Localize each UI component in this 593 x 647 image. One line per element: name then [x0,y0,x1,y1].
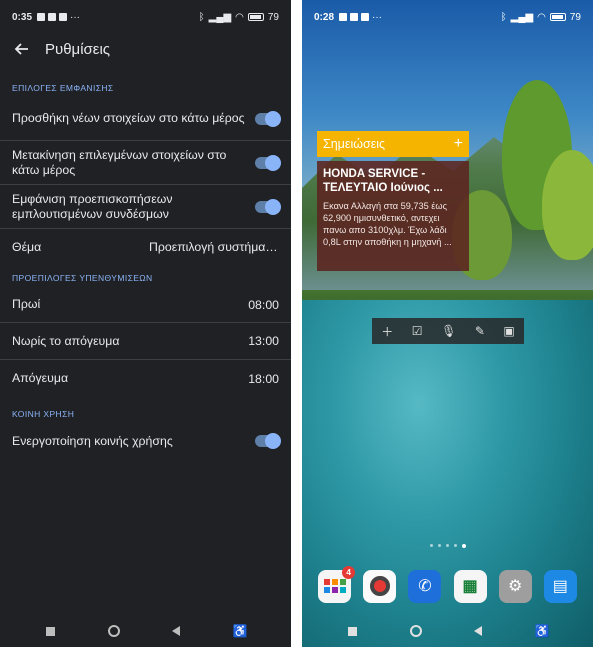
accessibility-icon[interactable]: ♿ [535,625,550,637]
navigation-bar: ♿ [0,615,291,647]
phone-app-icon[interactable]: ✆ [408,569,442,603]
wifi-icon: ◠ [537,11,546,23]
notification-icon [339,13,348,21]
widget-header[interactable]: Σημειώσεις + [317,131,469,157]
notification-badge: 4 [342,565,356,579]
app-folder-icon[interactable]: 4 [318,565,356,603]
new-note-icon[interactable]: ＋ [381,323,393,340]
sheets-app-icon[interactable]: ▦ [453,569,487,603]
time-value: 13:00 [248,334,279,348]
page-indicator [302,544,593,548]
section-header-display: ΕΠΙΛΟΓΕΣ ΕΜΦΑΝΙΣΗΣ [12,83,114,93]
status-bar: 0:28 ··· ᛒ ▂▄▆ ◠ 79 [302,0,593,34]
toggle-knob [265,198,281,215]
setting-label: Μετακίνηση επιλεγμένων στοιχείων στο κάτ… [12,147,227,177]
youtube-icon [59,13,68,21]
status-bar: 0:35 ··· ᛒ ▂▄▆ ◠ 79 [0,0,291,34]
setting-morning[interactable]: Πρωί 08:00 [0,287,291,323]
app-dock: 4 ✆ ▦ ⚙ ▤ [312,565,583,604]
home-button[interactable] [107,625,120,637]
theme-value: Προεπιλογή συστήματ... [149,240,279,254]
settings-screen: 0:35 ··· ᛒ ▂▄▆ ◠ 79 Ρυθμίσεις ΕΠΙΛΟΓΕΣ Ε… [0,0,291,647]
settings-list: ΕΠΙΛΟΓΕΣ ΕΜΦΑΝΙΣΗΣ Προσθήκη νέων στοιχεί… [0,76,291,459]
note-body: Εκανα Αλλαγή στα 59,735 έως 62,900 ημισυ… [323,201,452,247]
brush-icon[interactable]: ✎ [475,324,485,338]
battery-level: 79 [569,11,581,23]
setting-afternoon[interactable]: Νωρίς το απόγευμα 13:00 [0,323,291,360]
toggle-switch[interactable] [255,198,281,215]
bluetooth-icon: ᛒ [500,11,507,23]
note-card[interactable]: HONDA SERVICE - ΤΕΛΕΥΤΑΙΟ Ιούνιος ... Εκ… [317,161,469,271]
toggle-knob [265,110,281,127]
widget-title: Σημειώσεις [323,137,386,151]
setting-label: Πρωί [12,297,41,311]
more-notifications-icon: ··· [372,11,383,23]
status-time: 0:28 [314,11,335,23]
youtube-icon [361,13,370,21]
navigation-bar: ♿ [302,615,593,647]
setting-label: Απόγευμα [12,371,69,385]
wallpaper-tree [542,150,593,260]
checkbox-icon[interactable]: ☑ [412,324,423,338]
battery-icon [549,13,566,21]
battery-icon [247,13,264,21]
widget-toolbar: ＋ ☑ 🎙 ✎ ▣ [372,318,524,344]
notification-icon [37,13,46,21]
time-value: 18:00 [248,371,279,386]
setting-enable-sharing[interactable]: Ενεργοποίηση κοινής χρήσης [0,423,291,459]
setting-evening[interactable]: Απόγευμα 18:00 [0,360,291,397]
page-title: Ρυθμίσεις [45,40,111,58]
toggle-switch[interactable] [255,154,281,171]
camera-app-icon[interactable] [363,569,397,603]
setting-label: Ενεργοποίηση κοινής χρήσης [12,433,173,448]
signal-icon: ▂▄▆ [208,11,232,23]
back-arrow-icon[interactable] [13,41,29,57]
settings-app-icon[interactable]: ⚙ [498,569,532,603]
home-button[interactable] [409,625,422,637]
back-button[interactable] [474,626,483,636]
messages-app-icon[interactable]: ▤ [543,569,577,603]
status-time: 0:35 [12,11,33,23]
image-icon[interactable]: ▣ [503,324,514,338]
toggle-knob [265,433,281,449]
toggle-switch[interactable] [255,433,281,449]
time-value: 08:00 [248,297,279,312]
section-header-reminders: ΠΡΟΕΠΙΛΟΓΕΣ ΥΠΕΝΘΥΜΙΣΕΩΝ [12,273,153,283]
keep-widget: Σημειώσεις + HONDA SERVICE - ΤΕΛΕΥΤΑΙΟ Ι… [317,131,469,271]
section-header-sharing: ΚΟΙΝΗ ΧΡΗΣΗ [12,409,75,419]
toggle-switch[interactable] [255,110,281,127]
accessibility-icon[interactable]: ♿ [233,625,248,637]
setting-add-items-bottom[interactable]: Προσθήκη νέων στοιχείων στο κάτω μέρος [0,97,291,141]
setting-rich-link-previews[interactable]: Εμφάνιση προεπισκοπήσεων εμπλουτισμένων … [0,185,291,229]
setting-label: Εμφάνιση προεπισκοπήσεων εμπλουτισμένων … [12,191,173,221]
toggle-knob [265,154,281,171]
setting-label: Νωρίς το απόγευμα [12,333,120,348]
back-button[interactable] [172,626,181,636]
battery-level: 79 [267,11,279,23]
more-notifications-icon: ··· [70,11,81,23]
setting-label: Θέμα [12,239,42,254]
bluetooth-icon: ᛒ [198,11,205,23]
message-icon [48,13,57,21]
wifi-icon: ◠ [235,11,244,23]
home-screen: 0:28 ··· ᛒ ▂▄▆ ◠ 79 Σημειώσεις + HONDA S [302,0,593,647]
divider [291,0,302,647]
recents-button[interactable] [348,626,358,636]
app-bar: Ρυθμίσεις [0,34,291,64]
screenshot-root: 0:35 ··· ᛒ ▂▄▆ ◠ 79 Ρυθμίσεις ΕΠΙΛΟΓΕΣ Ε… [0,0,593,647]
setting-label: Προσθήκη νέων στοιχείων στο κάτω μέρος [12,111,245,125]
setting-theme[interactable]: Θέμα Προεπιλογή συστήματ... [0,229,291,265]
setting-move-checked-bottom[interactable]: Μετακίνηση επιλεγμένων στοιχείων στο κάτ… [0,141,291,185]
recents-button[interactable] [46,626,56,636]
signal-icon: ▂▄▆ [510,11,534,23]
note-title: HONDA SERVICE - ΤΕΛΕΥΤΑΙΟ Ιούνιος ... [323,168,443,194]
add-note-icon[interactable]: + [454,136,463,152]
microphone-icon[interactable]: 🎙 [441,324,456,338]
message-icon [350,13,359,21]
